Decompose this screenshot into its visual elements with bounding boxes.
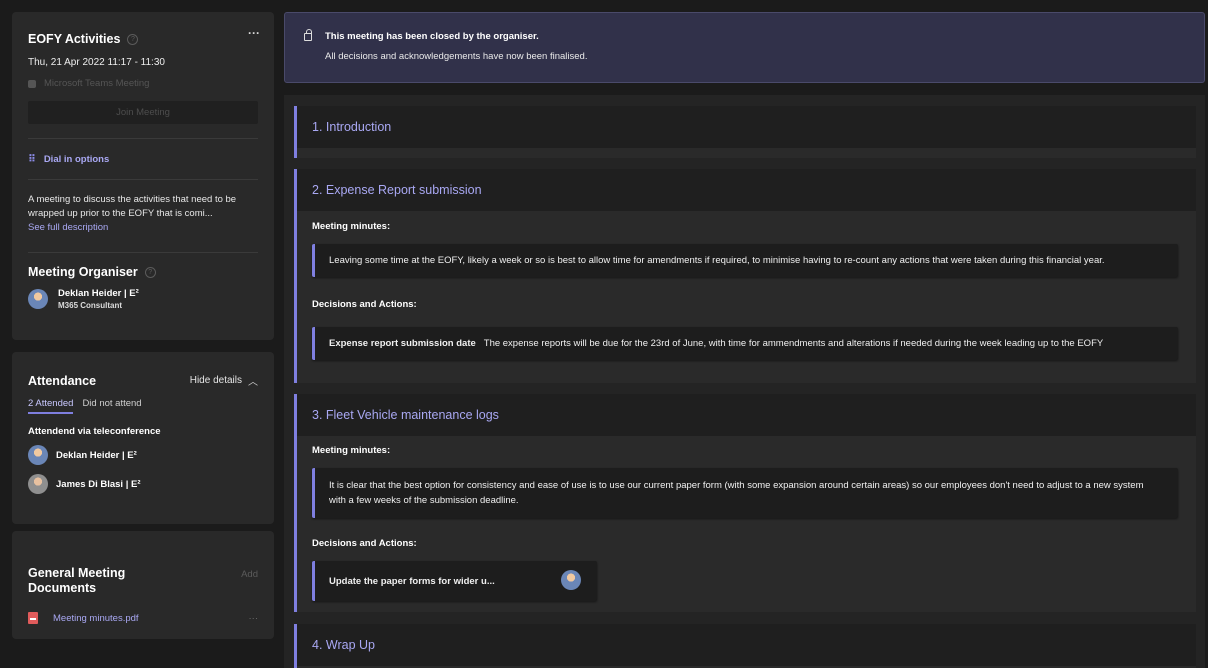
dial-in-label: Dial in options [43,153,110,165]
attendance-subheading: Attendend via teleconference [28,426,161,437]
documents-card: General Meeting Documents Add Meeting mi… [12,531,274,639]
meeting-description: A meeting to discuss the activities that… [28,180,258,252]
decision-title: Expense report submission date [329,338,476,349]
minutes-label: Meeting minutes: [312,221,391,232]
tab-did-not-attend[interactable]: Did not attend [82,398,141,414]
attendee-name: James Di Blasi | E² [56,478,141,490]
teams-icon [28,79,36,88]
description-text: A meeting to discuss the activities that… [28,194,237,219]
join-meeting-button[interactable]: Join Meeting [28,101,258,124]
decisions-label: Decisions and Actions: [312,299,417,310]
help-icon[interactable]: ? [144,266,156,278]
attendee-item[interactable]: Deklan Heider | E² [28,445,258,465]
meeting-info-card: EOFY Activities ? ··· Thu, 21 Apr 2022 1… [12,12,274,340]
attendee-name: Deklan Heider | E² [56,449,137,461]
meeting-sidebar: EOFY Activities ? ··· Thu, 21 Apr 2022 1… [12,12,274,639]
agenda-item: 1. Introduction [294,106,1196,158]
attendance-tabs: 2 Attended Did not attend [28,398,258,414]
hide-details-label: Hide details [189,375,242,386]
meeting-date: Thu, 21 Apr 2022 11:17 - 11:30 [28,57,165,68]
agenda-item-title[interactable]: 4. Wrap Up [297,624,1196,666]
agenda-item: 3. Fleet Vehicle maintenance logs Meetin… [294,394,1196,612]
decisions-label: Decisions and Actions: [312,538,417,549]
document-item[interactable]: Meeting minutes.pdf ··· [28,612,258,624]
organiser-heading: Meeting Organiser [28,265,138,279]
agenda-item-title[interactable]: 2. Expense Report submission [297,169,1196,211]
banner-title: This meeting has been closed by the orga… [325,31,539,42]
agenda-item: 4. Wrap Up [294,624,1196,668]
see-full-description-link[interactable]: See full description [28,221,258,235]
banner-message: All decisions and acknowledgements have … [325,51,588,62]
decision-text: The expense reports will be due for the … [483,338,1104,349]
dialpad-icon: ⠿ [28,153,36,165]
help-icon[interactable]: ? [127,33,139,45]
organiser-name: Deklan Heider | E² [58,288,139,299]
document-name[interactable]: Meeting minutes.pdf [53,613,249,624]
meeting-platform-label: Microsoft Teams Meeting [44,78,150,89]
documents-heading: General Meeting Documents [28,566,126,595]
chevron-up-icon: ︿ [248,377,258,388]
more-options-icon[interactable]: ··· [249,613,259,624]
minutes-note: It is clear that the best option for con… [312,468,1178,518]
organiser-role: M365 Consultant [58,301,123,310]
agenda-list: 1. Introduction 2. Expense Report submis… [284,95,1205,668]
lock-icon [304,29,312,41]
tab-attended[interactable]: 2 Attended [28,398,74,414]
more-options-icon[interactable]: ··· [248,26,260,40]
hide-details-toggle[interactable]: Hide details ︿ [190,373,258,388]
attendance-card: Attendance Hide details ︿ 2 Attended Did… [12,352,274,524]
meeting-title: EOFY Activities [28,32,121,46]
meeting-platform: Microsoft Teams Meeting [28,78,258,89]
meeting-main: This meeting has been closed by the orga… [284,12,1205,668]
add-document-button[interactable]: Add [241,569,258,596]
minutes-text: Leaving some time at the EOFY, likely a … [329,255,1105,266]
attendee-item[interactable]: James Di Blasi | E² [28,474,258,494]
attendance-heading: Attendance [28,373,97,388]
task-title: Update the paper forms for wider u... [329,575,495,587]
agenda-item-title[interactable]: 3. Fleet Vehicle maintenance logs [297,394,1196,436]
avatar [28,289,48,309]
organiser-person[interactable]: Deklan Heider | E² M365 Consultant [28,288,258,310]
minutes-label: Meeting minutes: [312,445,391,456]
avatar [561,570,581,590]
task-card[interactable]: Update the paper forms for wider u... [312,561,597,601]
minutes-text: It is clear that the best option for con… [329,480,1144,506]
decision-note[interactable]: Expense report submission date The expen… [312,327,1178,360]
agenda-item-title[interactable]: 1. Introduction [297,106,1196,148]
agenda-item: 2. Expense Report submission Meeting min… [294,169,1196,383]
avatar [28,474,48,494]
pdf-file-icon [28,612,38,624]
dial-in-options-link[interactable]: ⠿ Dial in options [28,139,258,179]
meeting-closed-banner: This meeting has been closed by the orga… [284,12,1205,83]
minutes-note: Leaving some time at the EOFY, likely a … [312,244,1178,277]
avatar [28,445,48,465]
